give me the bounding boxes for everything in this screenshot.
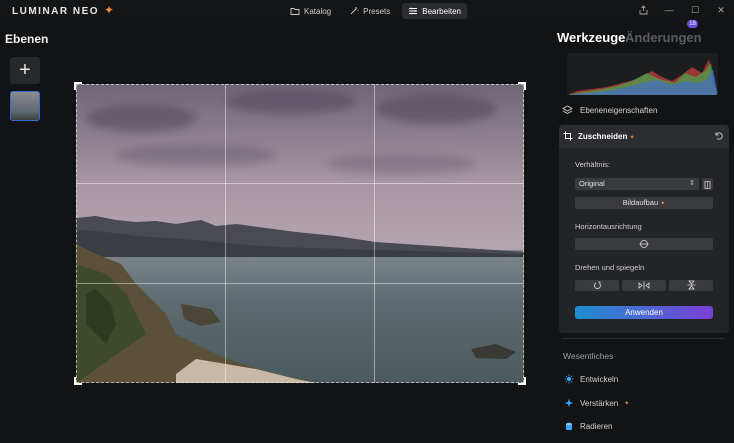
ratio-select[interactable]: Original ⇕ (575, 178, 699, 190)
rotate-label: Drehen und spiegeln (575, 263, 645, 272)
ratio-value: Original (579, 179, 605, 188)
flip-vertical-icon (687, 280, 695, 290)
magic-wand-icon (350, 7, 359, 15)
layers-icon (562, 105, 573, 115)
add-layer-button[interactable]: + (10, 57, 40, 84)
mode-tabs: Katalog Presets Bearbeiten (284, 3, 467, 19)
essentials-section-title[interactable]: Wesentliches (563, 351, 613, 361)
crop-handle-bottom-right[interactable] (518, 377, 526, 385)
layers-title: Ebenen (5, 32, 49, 46)
sparkle-icon (564, 398, 574, 408)
tool-enhance[interactable]: Verstärken ✦ (564, 398, 629, 408)
tab-label: Katalog (304, 6, 332, 16)
plus-icon: + (19, 59, 31, 81)
tab-label: Presets (363, 6, 391, 16)
rotate-icon (593, 281, 601, 290)
histogram (567, 53, 718, 95)
changes-title[interactable]: Änderungen (625, 30, 702, 45)
ai-sparkle-icon: ✦ (629, 135, 635, 141)
app-logo: LUMINAR NEO (12, 6, 100, 17)
changes-count-badge: 18 (687, 20, 698, 28)
crop-handle-top-left[interactable] (74, 82, 82, 90)
apply-button[interactable]: Anwenden (575, 306, 713, 319)
tool-erase[interactable]: Radieren (564, 421, 612, 431)
eraser-icon (566, 422, 572, 430)
horizon-level-icon (639, 240, 649, 248)
flip-horizontal-button[interactable] (622, 280, 666, 291)
crop-title: Zuschneiden ✦ (578, 132, 635, 141)
share-icon[interactable] (636, 4, 650, 16)
ai-sparkle-icon: ✦ (660, 201, 666, 207)
layer-properties-row[interactable]: Ebeneneigenschaften (562, 105, 657, 116)
ai-sparkle-icon: ✦ (624, 400, 630, 407)
minimize-icon[interactable]: — (662, 4, 676, 16)
crop-handle-bottom-left[interactable] (74, 377, 82, 385)
reset-icon[interactable] (714, 131, 724, 141)
crop-handle-top-right[interactable] (518, 82, 526, 90)
sun-icon (564, 374, 574, 384)
composition-button[interactable]: Bildaufbau ✦ (575, 197, 713, 209)
divider (562, 338, 725, 339)
horizon-label: Horizontausrichtung (575, 222, 642, 231)
tab-presets[interactable]: Presets (343, 3, 396, 19)
sliders-icon (409, 7, 418, 15)
tool-label: Radieren (580, 421, 613, 431)
flip-vertical-button[interactable] (669, 280, 713, 291)
tools-title[interactable]: Werkzeuge (557, 30, 625, 45)
crop-icon (563, 131, 573, 141)
close-icon[interactable]: ✕ (714, 4, 728, 16)
orientation-toggle-button[interactable] (702, 178, 713, 190)
tool-develop[interactable]: Entwickeln (564, 374, 618, 384)
top-bar: LUMINAR NEO ✦ Katalog Presets Bearbeiten… (0, 0, 734, 22)
tab-label: Bearbeiten (422, 6, 461, 16)
ratio-label: Verhältnis: (575, 160, 611, 169)
window-controls: — ☐ ✕ (636, 4, 728, 16)
chevron-updown-icon: ⇕ (689, 180, 695, 187)
tool-label: Verstärken (580, 398, 619, 408)
maximize-icon[interactable]: ☐ (688, 4, 702, 16)
layer-properties-label: Ebeneneigenschaften (580, 106, 658, 115)
rotate-button[interactable] (575, 280, 619, 291)
layer-thumbnail[interactable] (10, 91, 40, 121)
tab-bearbeiten[interactable]: Bearbeiten (402, 3, 467, 19)
tab-katalog[interactable]: Katalog (284, 3, 337, 19)
flip-horizontal-icon (638, 281, 650, 290)
logo-sparkle-icon: ✦ (104, 3, 115, 17)
horizon-button[interactable] (575, 238, 713, 250)
tool-label: Entwickeln (580, 374, 619, 384)
crop-frame[interactable] (76, 84, 524, 383)
folder-icon (290, 8, 300, 15)
